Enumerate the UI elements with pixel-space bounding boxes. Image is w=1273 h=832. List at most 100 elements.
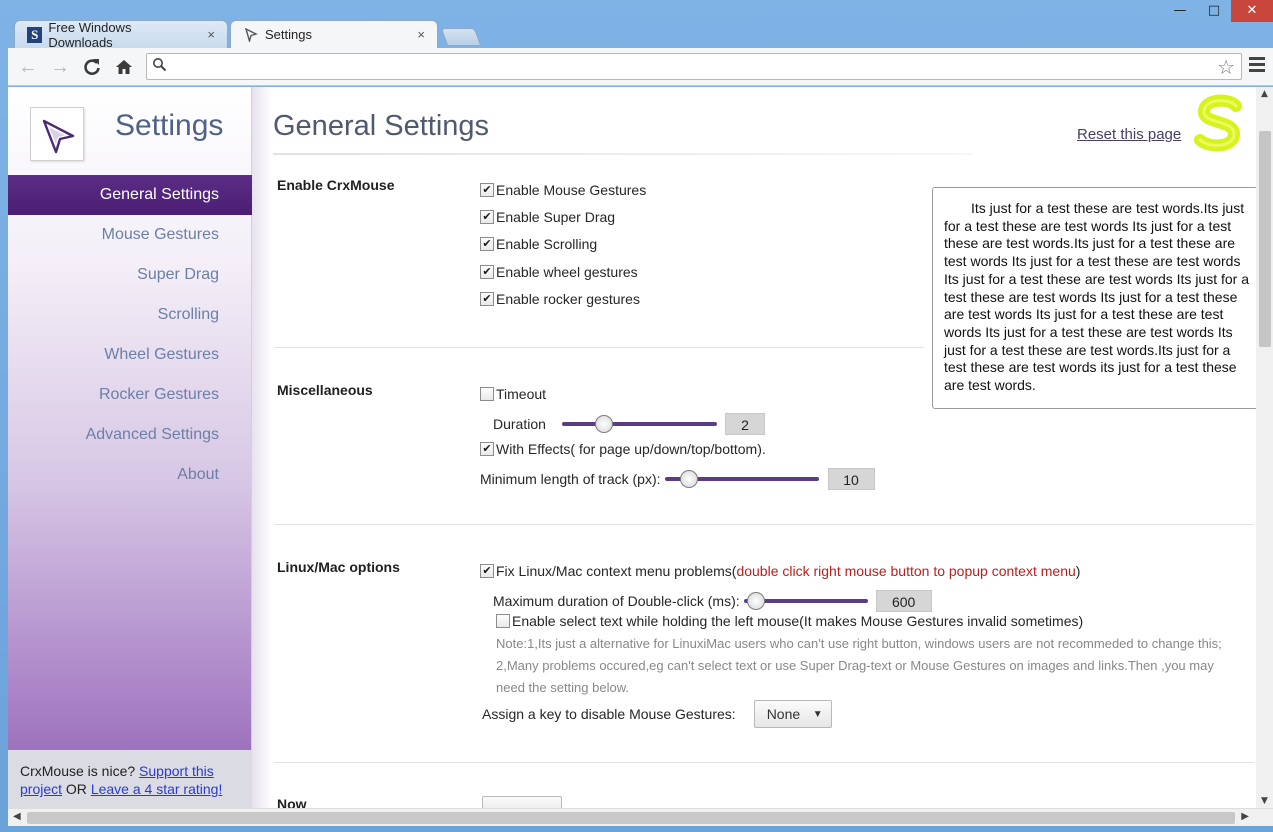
- search-icon: [152, 57, 167, 76]
- option-label: Enable select text while holding the lef…: [512, 613, 1084, 629]
- tab-settings[interactable]: Settings ×: [230, 20, 438, 48]
- sidebar-item-about[interactable]: About: [8, 455, 252, 495]
- note-line: 2,Many problems occured,eg can't select …: [496, 658, 1214, 673]
- duration-value[interactable]: 2: [725, 413, 765, 435]
- rating-link[interactable]: Leave a 4 star rating!: [91, 781, 223, 797]
- chevron-down-icon: ▼: [812, 708, 823, 720]
- sidebar-item-general-settings[interactable]: General Settings: [8, 175, 252, 215]
- browser-window: — □ ✕ S Free Windows Downloads × Setting…: [0, 0, 1273, 832]
- browser-toolbar: ← → ☆: [8, 48, 1273, 86]
- option-with-effects[interactable]: ✔ With Effects( for page up/down/top/bott…: [480, 441, 766, 457]
- scrollbar-thumb[interactable]: [27, 812, 1235, 824]
- scroll-up-icon[interactable]: ▲: [1256, 89, 1273, 99]
- linux-note: Note:1,Its just a alternative for Linuxi…: [496, 633, 1256, 699]
- scroll-right-icon[interactable]: ▶: [1241, 811, 1249, 822]
- option-enable-wheel-gestures[interactable]: ✔ Enable wheel gestures: [480, 264, 638, 280]
- section-label-now: Now: [277, 796, 307, 808]
- min-track-slider[interactable]: [664, 470, 819, 488]
- sidebar-item-super-drag[interactable]: Super Drag: [8, 255, 252, 295]
- forward-arrow-icon[interactable]: →: [48, 55, 72, 79]
- checkbox-checked-icon[interactable]: ✔: [480, 183, 494, 197]
- checkbox-checked-icon[interactable]: ✔: [480, 265, 494, 279]
- section-divider: [274, 524, 1254, 525]
- menu-icon[interactable]: [1249, 57, 1265, 75]
- option-label: Timeout: [496, 386, 547, 402]
- option-suffix: ): [1075, 563, 1081, 579]
- section-divider: [274, 762, 1254, 763]
- section-label-miscellaneous: Miscellaneous: [277, 382, 373, 398]
- slider-thumb[interactable]: [594, 415, 613, 433]
- option-label: Enable wheel gestures: [496, 264, 638, 280]
- sidebar-item-scrolling[interactable]: Scrolling: [8, 295, 252, 335]
- crxmouse-logo-icon: [30, 107, 84, 161]
- brand-s-logo-icon: [1190, 90, 1250, 158]
- checkbox-checked-icon[interactable]: ✔: [480, 442, 494, 456]
- min-track-label: Minimum length of track (px):: [480, 471, 661, 487]
- min-track-value[interactable]: 10: [827, 468, 875, 490]
- assign-key-row: Assign a key to disable Mouse Gestures: …: [482, 700, 832, 728]
- note-line: need the setting below.: [496, 680, 629, 695]
- footer-text: OR: [62, 781, 91, 797]
- maximize-button[interactable]: □: [1197, 0, 1231, 22]
- home-icon[interactable]: [112, 55, 136, 79]
- option-hint: double click right mouse button to popup…: [736, 563, 1076, 579]
- sidebar-item-mouse-gestures[interactable]: Mouse Gestures: [8, 215, 252, 255]
- slider-thumb[interactable]: [747, 592, 766, 610]
- option-label: With Effects( for page up/down/top/botto…: [496, 441, 766, 457]
- option-enable-rocker-gestures[interactable]: ✔ Enable rocker gestures: [480, 291, 640, 307]
- scroll-left-icon[interactable]: ◀: [13, 811, 21, 822]
- option-enable-mouse-gestures[interactable]: ✔ Enable Mouse Gestures: [480, 182, 646, 198]
- sidebar-title: Settings: [115, 109, 224, 142]
- scroll-down-icon[interactable]: ▼: [1256, 796, 1273, 806]
- option-label: Fix Linux/Mac context menu problems(: [496, 563, 737, 579]
- address-bar[interactable]: ☆: [146, 53, 1242, 80]
- checkbox-unchecked-icon[interactable]: [480, 387, 494, 401]
- tab-close-icon[interactable]: ×: [207, 27, 215, 42]
- scrollbar-thumb[interactable]: [1259, 131, 1271, 347]
- option-enable-super-drag[interactable]: ✔ Enable Super Drag: [480, 209, 615, 225]
- crxmouse-favicon-icon: [243, 27, 259, 43]
- section-label-enable: Enable CrxMouse: [277, 177, 395, 193]
- page-viewport: Settings General Settings Mouse Gestures…: [8, 87, 1273, 808]
- tab-label: Settings: [265, 27, 312, 42]
- reload-icon[interactable]: [80, 55, 104, 79]
- option-select-text[interactable]: Enable select text while holding the lef…: [496, 613, 1083, 629]
- tab-free-windows-downloads[interactable]: S Free Windows Downloads ×: [14, 20, 228, 50]
- tab-close-icon[interactable]: ×: [417, 27, 425, 42]
- slider-thumb[interactable]: [680, 470, 699, 488]
- dblclick-row: Maximum duration of Double-click (ms): 6…: [493, 590, 932, 612]
- sidebar-item-wheel-gestures[interactable]: Wheel Gestures: [8, 335, 252, 375]
- close-window-button[interactable]: ✕: [1231, 0, 1273, 22]
- checkbox-checked-icon[interactable]: ✔: [480, 292, 494, 306]
- minimize-button[interactable]: —: [1163, 0, 1197, 22]
- footer-text: CrxMouse is nice?: [20, 763, 140, 779]
- option-enable-scrolling[interactable]: ✔ Enable Scrolling: [480, 236, 597, 252]
- test-text-box[interactable]: Its just for a test these are test words…: [932, 187, 1258, 409]
- dblclick-value[interactable]: 600: [875, 590, 932, 612]
- horizontal-scrollbar[interactable]: ◀ ▶: [8, 808, 1273, 826]
- assign-key-select[interactable]: None ▼: [753, 700, 832, 728]
- checkbox-checked-icon[interactable]: ✔: [480, 564, 494, 578]
- now-action-button[interactable]: [482, 796, 562, 808]
- sidebar-item-rocker-gestures[interactable]: Rocker Gestures: [8, 375, 252, 415]
- duration-slider[interactable]: [562, 415, 717, 433]
- window-controls: — □ ✕: [1163, 0, 1273, 22]
- bookmark-star-icon[interactable]: ☆: [1217, 55, 1235, 80]
- min-track-row: Minimum length of track (px): 10: [480, 468, 875, 490]
- section-divider: [274, 347, 924, 348]
- sidebar-item-advanced-settings[interactable]: Advanced Settings: [8, 415, 252, 455]
- option-fix-context-menu[interactable]: ✔ Fix Linux/Mac context menu problems(dou…: [480, 563, 1080, 579]
- vertical-scrollbar[interactable]: ▲ ▼: [1256, 87, 1273, 808]
- assign-key-label: Assign a key to disable Mouse Gestures:: [482, 706, 736, 722]
- new-tab-button[interactable]: [440, 28, 482, 46]
- title-divider: [273, 153, 973, 155]
- back-arrow-icon[interactable]: ←: [16, 55, 40, 79]
- note-line: Note:1,Its just a alternative for Linuxi…: [496, 636, 1222, 651]
- dblclick-slider[interactable]: [743, 592, 868, 610]
- checkbox-checked-icon[interactable]: ✔: [480, 210, 494, 224]
- checkbox-checked-icon[interactable]: ✔: [480, 237, 494, 251]
- checkbox-unchecked-icon[interactable]: [496, 614, 510, 628]
- reset-page-link[interactable]: Reset this page: [1077, 126, 1181, 143]
- option-timeout[interactable]: Timeout: [480, 386, 546, 402]
- dblclick-label: Maximum duration of Double-click (ms):: [493, 593, 740, 609]
